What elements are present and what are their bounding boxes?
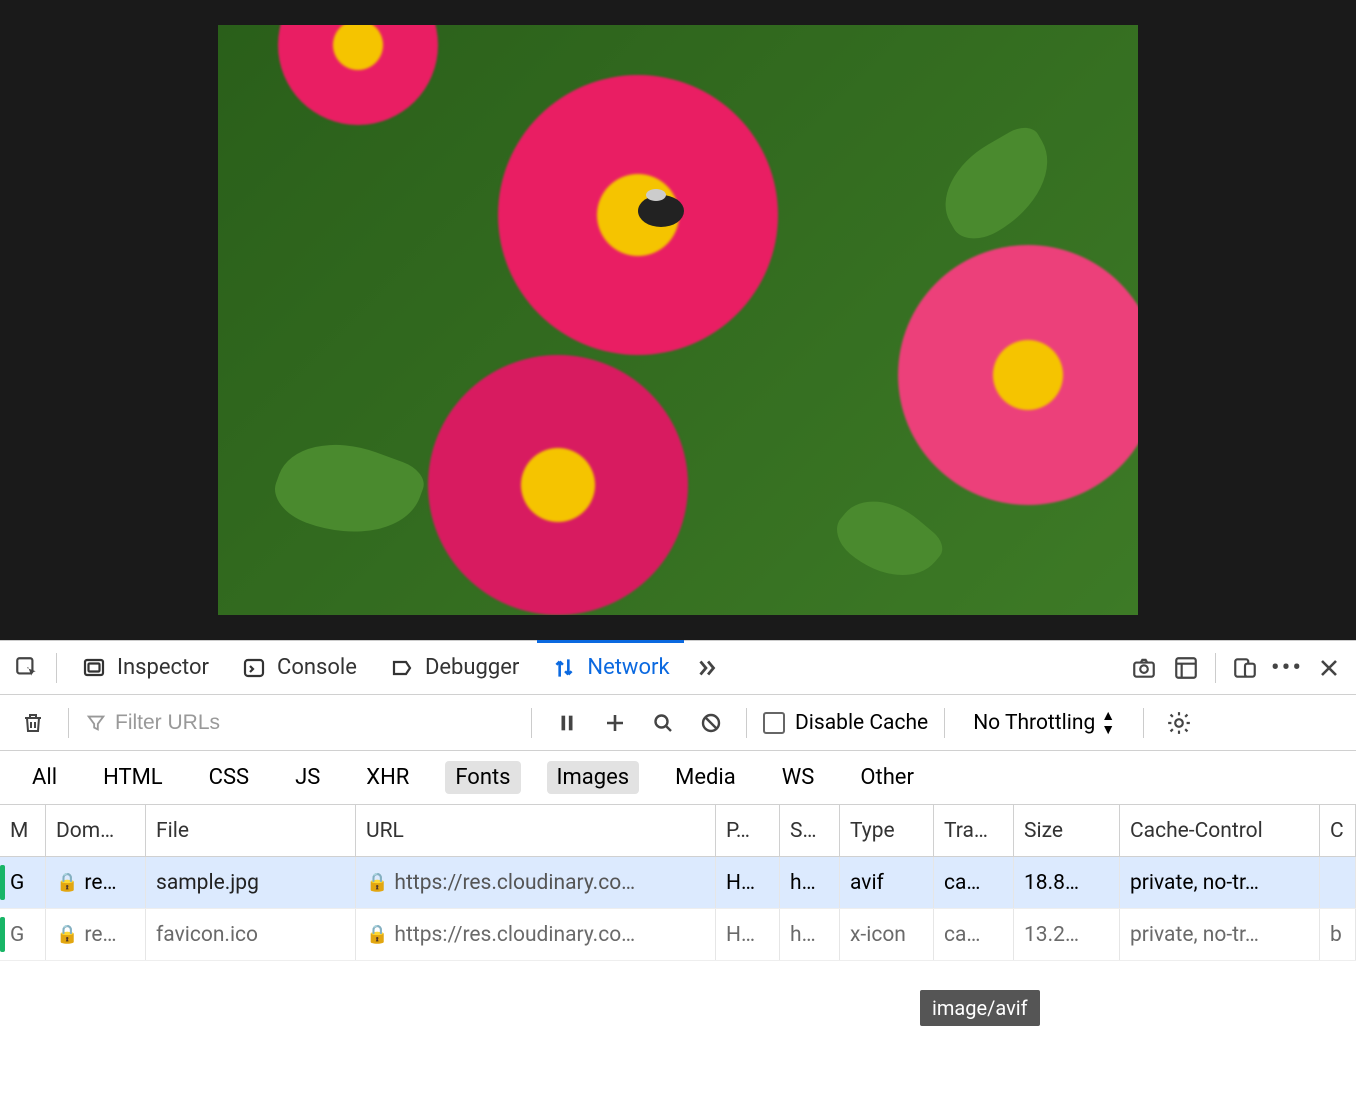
table-row[interactable]: G 🔒re… sample.jpg 🔒https://res.cloudinar… <box>0 857 1356 909</box>
cell-last: b <box>1320 909 1356 960</box>
tab-debugger[interactable]: Debugger <box>375 641 533 694</box>
filter-input[interactable] <box>115 711 515 735</box>
tab-inspector[interactable]: Inspector <box>67 641 223 694</box>
cell-type: x-icon <box>840 909 934 960</box>
type-tooltip: image/avif <box>920 990 1040 1026</box>
col-size[interactable]: Size <box>1014 805 1120 856</box>
cell-size: 13.2… <box>1014 909 1120 960</box>
filter-media[interactable]: Media <box>665 761 746 794</box>
filter-container <box>85 711 515 735</box>
cell-protocol: H… <box>716 909 780 960</box>
devtools-tabs: Inspector Console Debugger Network <box>0 641 1356 695</box>
cell-file: favicon.ico <box>146 909 356 960</box>
clear-button[interactable] <box>14 704 52 742</box>
cell-protocol: H… <box>716 857 780 908</box>
updown-icon: ▲▼ <box>1101 709 1115 737</box>
filter-ws[interactable]: WS <box>772 761 825 794</box>
cell-url: 🔒https://res.cloudinary.co… <box>356 909 716 960</box>
disable-cache-label: Disable Cache <box>795 711 928 735</box>
lock-icon: 🔒 <box>366 872 388 893</box>
table-header: M Dom… File URL P… S… Type Tra… Size Cac… <box>0 805 1356 857</box>
filter-all[interactable]: All <box>22 761 67 794</box>
cell-method: G <box>0 909 46 960</box>
dock-button[interactable] <box>1226 649 1264 687</box>
filter-css[interactable]: CSS <box>199 761 259 794</box>
inspector-icon <box>81 655 107 681</box>
tab-network[interactable]: Network <box>537 641 683 694</box>
lock-icon: 🔒 <box>56 872 78 893</box>
tab-label: Network <box>587 655 669 680</box>
devtools-panel: Inspector Console Debugger Network <box>0 640 1356 961</box>
col-url[interactable]: URL <box>356 805 716 856</box>
checkbox-icon <box>763 712 785 734</box>
cell-file: sample.jpg <box>146 857 356 908</box>
col-method[interactable]: M <box>0 805 46 856</box>
col-file[interactable]: File <box>146 805 356 856</box>
filter-html[interactable]: HTML <box>93 761 173 794</box>
cell-transferred: ca… <box>934 857 1014 908</box>
cell-domain: 🔒re… <box>46 857 146 908</box>
add-button[interactable] <box>596 704 634 742</box>
search-button[interactable] <box>644 704 682 742</box>
filter-xhr[interactable]: XHR <box>356 761 419 794</box>
cell-type: avif <box>840 857 934 908</box>
close-devtools-button[interactable] <box>1310 649 1348 687</box>
cell-cache-control: private, no-tr… <box>1120 909 1320 960</box>
lock-icon: 🔒 <box>56 924 78 945</box>
status-marker <box>0 917 5 952</box>
cell-domain: 🔒re… <box>46 909 146 960</box>
col-cache-control[interactable]: Cache-Control <box>1120 805 1320 856</box>
filter-js[interactable]: JS <box>285 761 330 794</box>
disable-cache-toggle[interactable]: Disable Cache <box>763 711 928 735</box>
cell-cache-control: private, no-tr… <box>1120 857 1320 908</box>
cell-size: 18.8… <box>1014 857 1120 908</box>
col-last[interactable]: C <box>1320 805 1356 856</box>
filter-other[interactable]: Other <box>850 761 924 794</box>
table-row[interactable]: G 🔒re… favicon.ico 🔒https://res.cloudina… <box>0 909 1356 961</box>
filter-fonts[interactable]: Fonts <box>445 761 520 794</box>
settings-button[interactable] <box>1160 704 1198 742</box>
cell-scheme: h… <box>780 909 840 960</box>
pause-button[interactable] <box>548 704 586 742</box>
page-content <box>0 0 1356 640</box>
cell-transferred: ca… <box>934 909 1014 960</box>
console-icon <box>241 655 267 681</box>
lock-icon: 🔒 <box>366 924 388 945</box>
cell-last <box>1320 857 1356 908</box>
block-button[interactable] <box>692 704 730 742</box>
network-toolbar: Disable Cache No Throttling ▲▼ <box>0 695 1356 751</box>
filter-images[interactable]: Images <box>547 761 640 794</box>
col-type[interactable]: Type <box>840 805 934 856</box>
cell-scheme: h… <box>780 857 840 908</box>
tab-label: Debugger <box>425 655 519 680</box>
screenshot-button[interactable] <box>1125 649 1163 687</box>
status-marker <box>0 865 5 900</box>
tab-label: Inspector <box>117 655 209 680</box>
cell-method: G <box>0 857 46 908</box>
requests-table: M Dom… File URL P… S… Type Tra… Size Cac… <box>0 805 1356 961</box>
kebab-menu-button[interactable]: ••• <box>1268 649 1306 687</box>
col-transferred[interactable]: Tra… <box>934 805 1014 856</box>
more-tabs-button[interactable] <box>688 649 726 687</box>
funnel-icon <box>85 712 107 734</box>
col-scheme[interactable]: S… <box>780 805 840 856</box>
responsive-mode-button[interactable] <box>1167 649 1205 687</box>
throttling-select[interactable]: No Throttling ▲▼ <box>961 709 1127 737</box>
network-icon <box>551 655 577 681</box>
cell-url: 🔒https://res.cloudinary.co… <box>356 857 716 908</box>
preview-image <box>218 25 1138 615</box>
throttling-label: No Throttling <box>973 711 1095 735</box>
debugger-icon <box>389 655 415 681</box>
element-picker-button[interactable] <box>8 649 46 687</box>
col-protocol[interactable]: P… <box>716 805 780 856</box>
col-domain[interactable]: Dom… <box>46 805 146 856</box>
type-filters: All HTML CSS JS XHR Fonts Images Media W… <box>0 751 1356 805</box>
tab-console[interactable]: Console <box>227 641 371 694</box>
tab-label: Console <box>277 655 357 680</box>
